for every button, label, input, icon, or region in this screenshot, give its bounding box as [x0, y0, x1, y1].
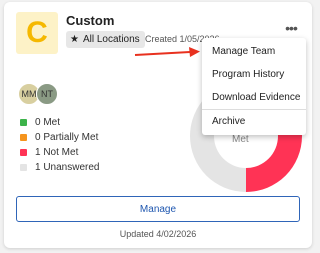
- options-menu: Manage Team Program History Download Evi…: [202, 38, 306, 135]
- menu-item-manage-team[interactable]: Manage Team: [202, 40, 306, 63]
- menu-item-download-evidence[interactable]: Download Evidence: [202, 86, 306, 109]
- menu-item-program-history[interactable]: Program History: [202, 63, 306, 86]
- menu-item-archive[interactable]: Archive: [202, 110, 306, 133]
- program-card: C Custom ★ All Locations Created 1/05/20…: [4, 2, 312, 248]
